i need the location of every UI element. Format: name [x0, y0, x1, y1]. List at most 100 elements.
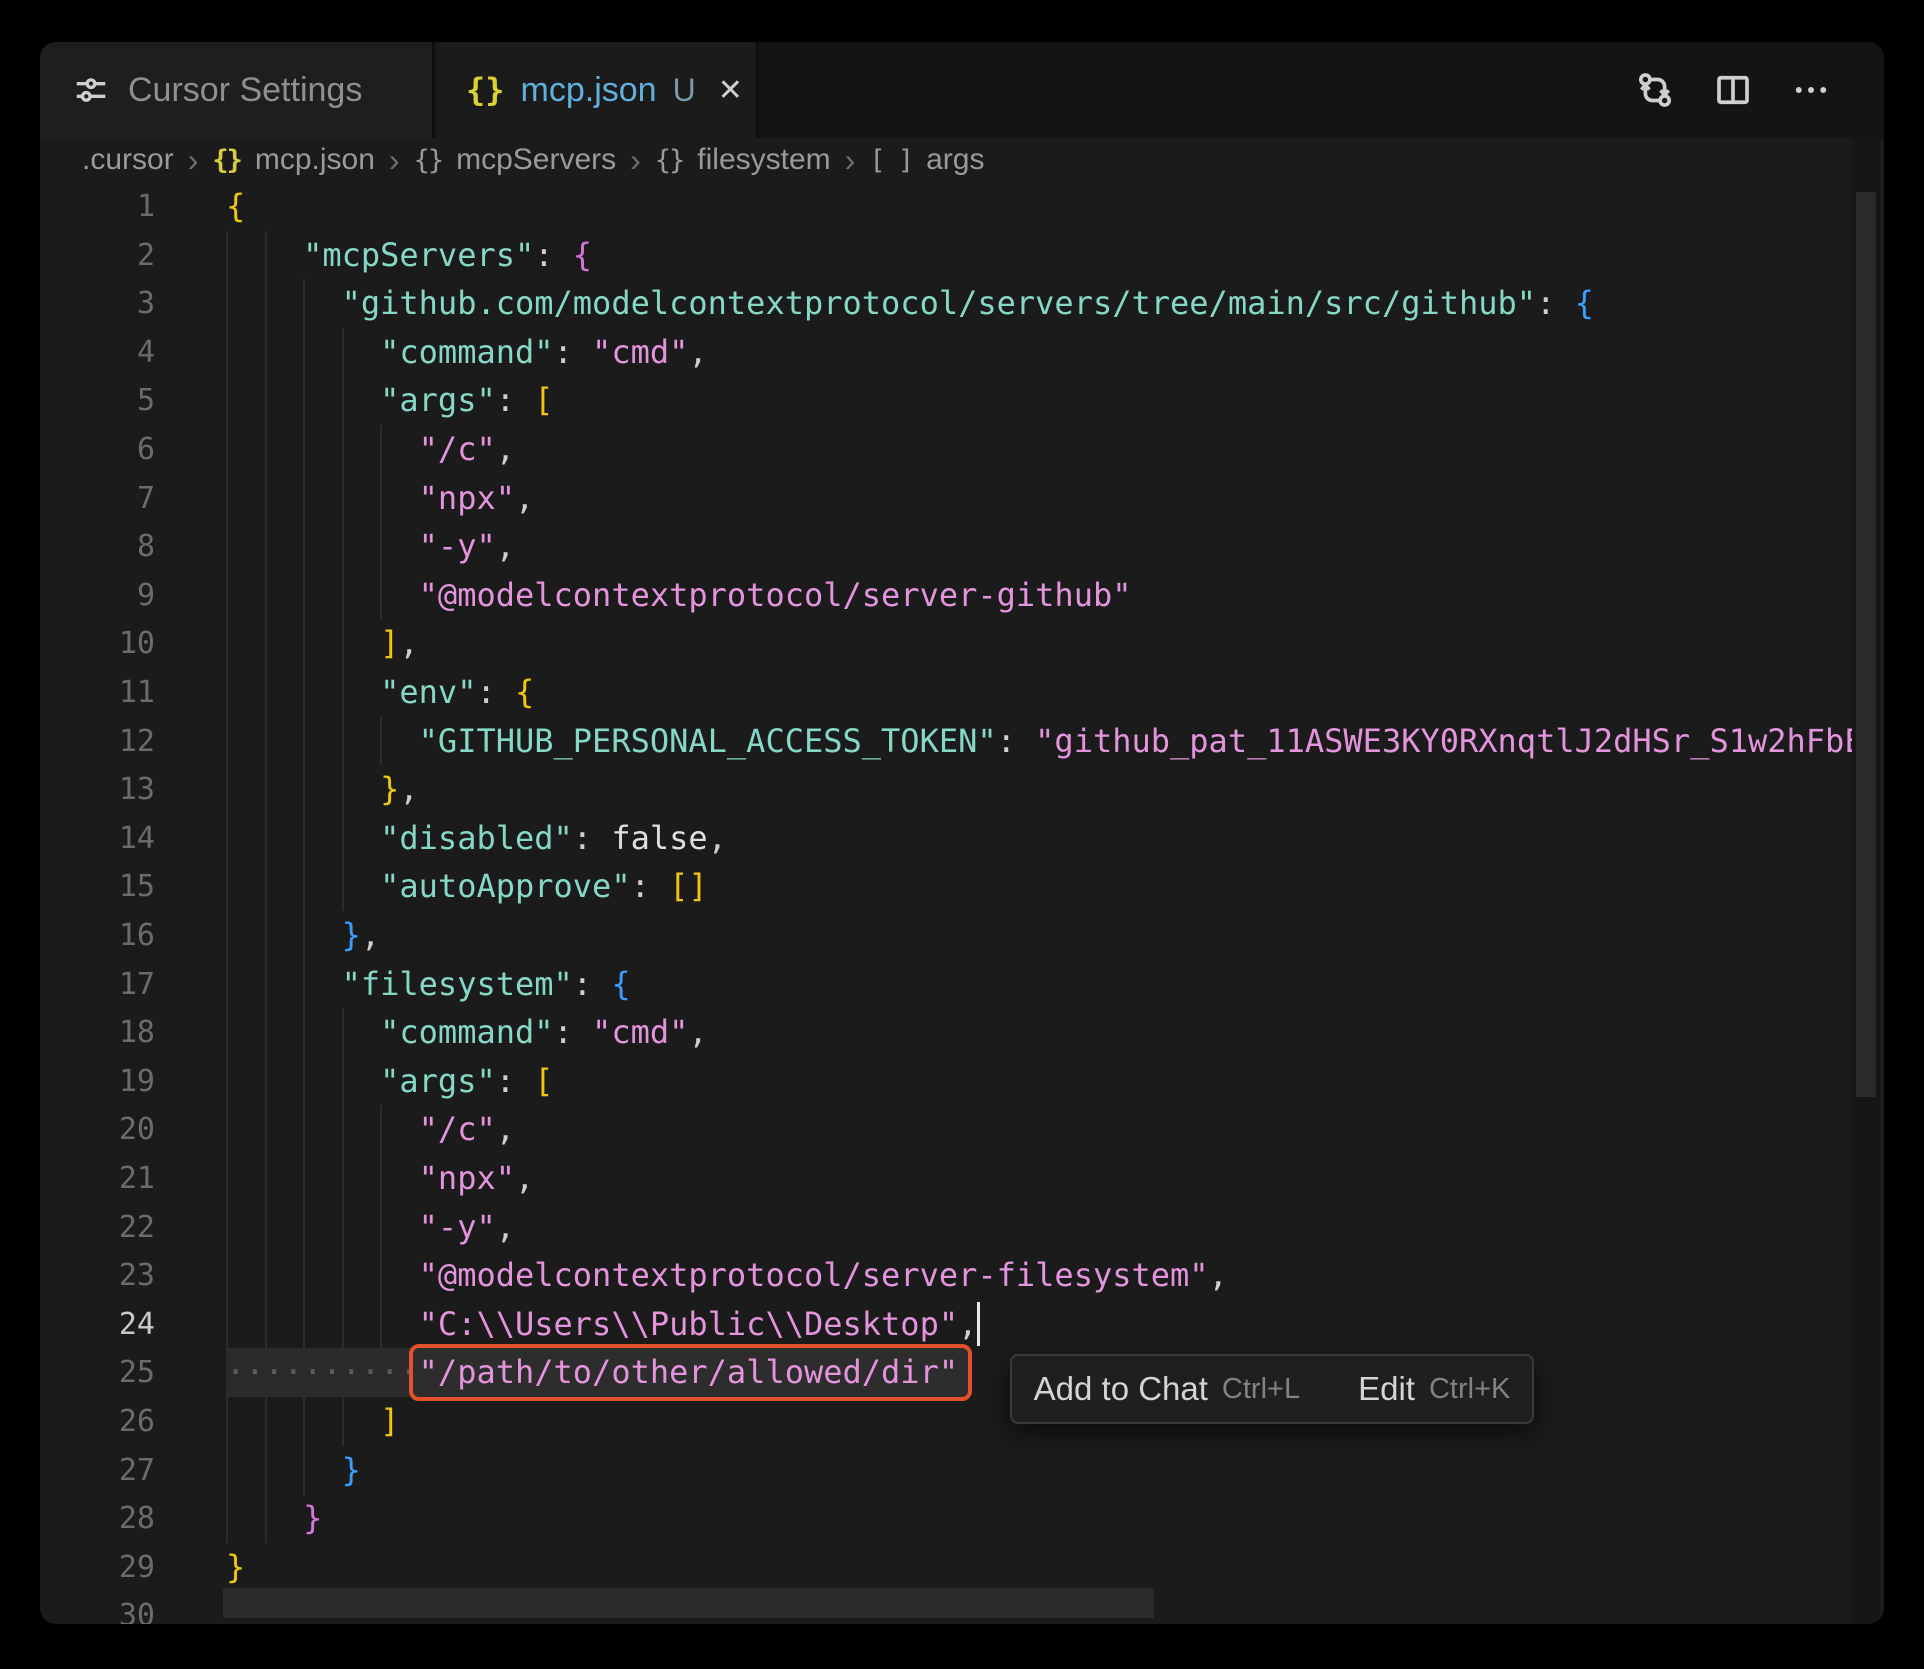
- code-line[interactable]: 7 "npx",: [40, 474, 1884, 523]
- line-number: 2: [40, 231, 155, 280]
- line-number: 4: [40, 328, 155, 377]
- code-text: "autoApprove": []: [226, 862, 708, 911]
- code-text: }: [226, 1543, 245, 1592]
- vertical-scrollbar[interactable]: [1856, 192, 1876, 1097]
- code-line[interactable]: 9 "@modelcontextprotocol/server-github": [40, 571, 1884, 620]
- tab-bar: Cursor Settings {} mcp.json U ✕: [40, 42, 1884, 138]
- edit-shortcut: Ctrl+K: [1429, 1373, 1510, 1406]
- close-icon[interactable]: ✕: [718, 73, 743, 108]
- code-text: ]: [226, 1397, 399, 1446]
- code-text: "npx",: [226, 1154, 534, 1203]
- json-braces-icon: {}: [466, 71, 505, 109]
- line-number: 23: [40, 1251, 155, 1300]
- code-text: "args": [: [226, 1057, 554, 1106]
- code-text: "npx",: [226, 474, 534, 523]
- code-text: "/path/to/other/allowed/dir": [226, 1348, 958, 1397]
- line-number: 25: [40, 1348, 155, 1397]
- code-text: "@modelcontextprotocol/server-filesystem…: [226, 1251, 1228, 1300]
- code-text: "GITHUB_PERSONAL_ACCESS_TOKEN": "github_…: [226, 717, 1883, 766]
- code-text: "disabled": false,: [226, 814, 727, 863]
- chevron-right-icon: ›: [188, 142, 199, 179]
- code-line[interactable]: 6 "/c",: [40, 425, 1884, 474]
- code-line[interactable]: 15 "autoApprove": []: [40, 862, 1884, 911]
- line-number: 29: [40, 1543, 155, 1592]
- code-text: "command": "cmd",: [226, 328, 708, 377]
- code-text: "github.com/modelcontextprotocol/servers…: [226, 279, 1594, 328]
- code-line[interactable]: 23 "@modelcontextprotocol/server-filesys…: [40, 1251, 1884, 1300]
- code-text: "@modelcontextprotocol/server-github": [226, 571, 1131, 620]
- line-number: 17: [40, 960, 155, 1009]
- code-line[interactable]: 18 "command": "cmd",: [40, 1008, 1884, 1057]
- code-line[interactable]: 13 },: [40, 765, 1884, 814]
- code-line[interactable]: 12 "GITHUB_PERSONAL_ACCESS_TOKEN": "gith…: [40, 717, 1884, 766]
- line-number: 16: [40, 911, 155, 960]
- code-editor[interactable]: 1{2 "mcpServers": {3 "github.com/modelco…: [40, 182, 1884, 1624]
- tab-mcp-json[interactable]: {} mcp.json U ✕: [436, 42, 758, 138]
- code-line[interactable]: 21 "npx",: [40, 1154, 1884, 1203]
- edit-button[interactable]: Edit: [1358, 1370, 1415, 1408]
- code-line[interactable]: 20 "/c",: [40, 1105, 1884, 1154]
- code-text: "/c",: [226, 1105, 515, 1154]
- line-number: 11: [40, 668, 155, 717]
- editor-window: Cursor Settings {} mcp.json U ✕ .cursor …: [40, 42, 1884, 1624]
- breadcrumb-item-filesystem[interactable]: filesystem: [697, 143, 830, 177]
- code-line[interactable]: 26 ]: [40, 1397, 1884, 1446]
- code-text: "env": {: [226, 668, 534, 717]
- add-to-chat-tooltip: Add to ChatCtrl+LEditCtrl+K: [1010, 1354, 1534, 1424]
- chevron-right-icon: ›: [845, 142, 856, 179]
- code-line[interactable]: 27 }: [40, 1446, 1884, 1495]
- code-line[interactable]: 16 },: [40, 911, 1884, 960]
- modified-badge: U: [673, 72, 696, 109]
- code-line[interactable]: 3 "github.com/modelcontextprotocol/serve…: [40, 279, 1884, 328]
- code-line[interactable]: 11 "env": {: [40, 668, 1884, 717]
- code-text: }: [226, 1446, 361, 1495]
- line-number: 6: [40, 425, 155, 474]
- line-number: 1: [40, 182, 155, 231]
- line-number: 30: [40, 1591, 155, 1624]
- code-line[interactable]: 29}: [40, 1543, 1884, 1592]
- code-text: "C:\\Users\\Public\\Desktop",: [226, 1300, 977, 1349]
- code-text: ],: [226, 619, 419, 668]
- ellipsis-icon[interactable]: [1790, 69, 1832, 111]
- code-line[interactable]: 17 "filesystem": {: [40, 960, 1884, 1009]
- code-text: "command": "cmd",: [226, 1008, 708, 1057]
- add-to-chat-button[interactable]: Add to Chat: [1034, 1370, 1208, 1408]
- chevron-right-icon: ›: [389, 142, 400, 179]
- breadcrumb-item-cursor[interactable]: .cursor: [82, 143, 174, 177]
- breadcrumb-item-mcpservers[interactable]: mcpServers: [456, 143, 616, 177]
- code-line[interactable]: 22 "-y",: [40, 1203, 1884, 1252]
- line-number: 8: [40, 522, 155, 571]
- line-number: 27: [40, 1446, 155, 1495]
- breadcrumb-item-args[interactable]: args: [926, 143, 984, 177]
- code-line[interactable]: 4 "command": "cmd",: [40, 328, 1884, 377]
- tab-actions: [1634, 42, 1832, 138]
- code-line[interactable]: 1{: [40, 182, 1884, 231]
- code-line[interactable]: 8 "-y",: [40, 522, 1884, 571]
- code-line[interactable]: 10 ],: [40, 619, 1884, 668]
- line-number: 28: [40, 1494, 155, 1543]
- tab-label: mcp.json: [521, 71, 657, 110]
- code-text: },: [226, 911, 380, 960]
- breadcrumb-item-mcp-json[interactable]: mcp.json: [255, 143, 375, 177]
- line-number: 12: [40, 717, 155, 766]
- line-number: 26: [40, 1397, 155, 1446]
- split-editor-icon[interactable]: [1712, 69, 1754, 111]
- code-text: }: [226, 1494, 322, 1543]
- code-line[interactable]: 19 "args": [: [40, 1057, 1884, 1106]
- line-number: 19: [40, 1057, 155, 1106]
- line-number: 24: [40, 1300, 155, 1349]
- code-text: "-y",: [226, 1203, 515, 1252]
- code-line[interactable]: 2 "mcpServers": {: [40, 231, 1884, 280]
- code-line[interactable]: 28 }: [40, 1494, 1884, 1543]
- tab-cursor-settings[interactable]: Cursor Settings: [40, 42, 434, 138]
- line-number: 18: [40, 1008, 155, 1057]
- code-line[interactable]: 5 "args": [: [40, 376, 1884, 425]
- code-text: "-y",: [226, 522, 515, 571]
- code-line[interactable]: 24 "C:\\Users\\Public\\Desktop",: [40, 1300, 1884, 1349]
- line-number: 21: [40, 1154, 155, 1203]
- line-number: 20: [40, 1105, 155, 1154]
- code-line[interactable]: 14 "disabled": false,: [40, 814, 1884, 863]
- git-compare-icon[interactable]: [1634, 69, 1676, 111]
- horizontal-scrollbar[interactable]: [223, 1588, 1154, 1618]
- json-braces-icon: {}: [212, 145, 241, 176]
